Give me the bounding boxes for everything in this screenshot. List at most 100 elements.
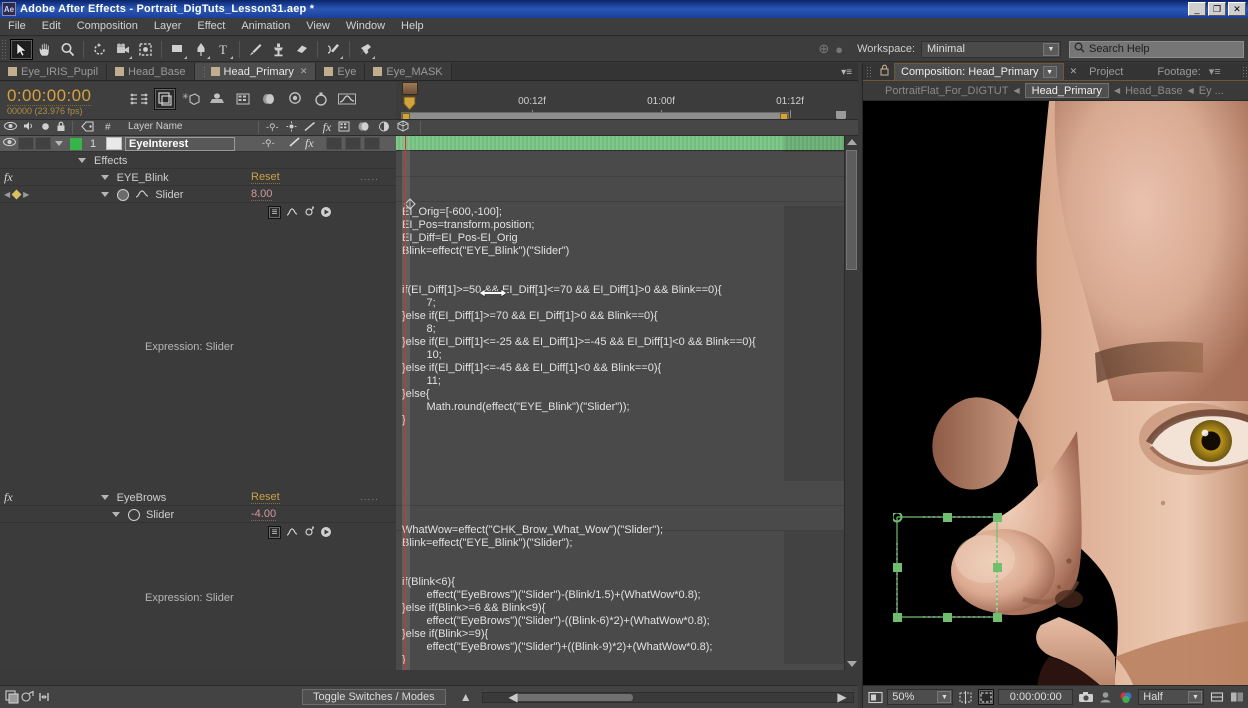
expression-code-eye-blink[interactable]: EI_Orig=[-600,-100]; EI_Pos=transform.po…: [402, 206, 756, 427]
expression-language-menu-icon[interactable]: [319, 206, 332, 219]
expression-field-row[interactable]: I: [396, 481, 844, 506]
switch-cell-2[interactable]: [345, 137, 361, 150]
expression-code-eyebrows[interactable]: WhatWow=effect("CHK_Brow_What_Wow")("Sli…: [402, 524, 712, 667]
menu-layer[interactable]: Layer: [146, 18, 190, 35]
zoom-tool-icon[interactable]: [56, 39, 79, 60]
menu-edit[interactable]: Edit: [34, 18, 69, 35]
chevron-down-icon[interactable]: ▼: [1042, 66, 1057, 78]
work-area-start-handle[interactable]: [402, 113, 410, 119]
effects-fx-icon[interactable]: fx: [305, 136, 314, 151]
hide-shy-layers-icon[interactable]: [206, 88, 228, 110]
next-keyframe-icon[interactable]: ▶: [23, 190, 29, 199]
selection-tool-icon[interactable]: [10, 38, 33, 60]
comp-tab-eye-mask[interactable]: Eye_MASK: [365, 63, 452, 80]
keyframe-navigator[interactable]: ◀ ▶: [4, 189, 29, 200]
timeline-graph-area[interactable]: I I EI_Orig=[-600,-100]; EI_Pos=transfor…: [396, 136, 858, 670]
puppet-pin-tool-icon[interactable]: [354, 39, 377, 60]
comp-mini-flowchart-icon[interactable]: [154, 88, 176, 110]
visibility-eye-icon[interactable]: [4, 121, 17, 134]
view-layout-icon[interactable]: [1229, 689, 1245, 705]
region-of-interest-icon[interactable]: [867, 689, 883, 705]
workspace-select[interactable]: Minimal ▼: [921, 40, 1061, 58]
breadcrumb-item-portraitflat[interactable]: PortraitFlat_For_DIGTUT: [885, 85, 1008, 97]
composition-canvas[interactable]: [863, 101, 1248, 708]
parent-pin-icon[interactable]: -⚲-: [262, 138, 275, 149]
viewer-tab-project[interactable]: Project: [1083, 63, 1129, 80]
comp-tab-eye-iris-pupil[interactable]: Eye_IRIS_Pupil: [0, 63, 108, 80]
label-tag-icon[interactable]: [81, 120, 94, 135]
expression-graph-icon[interactable]: [285, 526, 298, 539]
scroll-thumb[interactable]: [512, 693, 633, 701]
toolbar-grip[interactable]: [1, 39, 8, 59]
chevron-down-icon[interactable]: ▼: [1188, 691, 1203, 703]
clone-stamp-tool-icon[interactable]: [267, 39, 290, 60]
scroll-right-icon[interactable]: ▶: [834, 689, 850, 705]
breadcrumb-item-head-primary[interactable]: Head_Primary: [1024, 83, 1109, 98]
camera-snapshot-icon[interactable]: [1077, 689, 1093, 705]
close-icon[interactable]: ✕: [300, 66, 308, 77]
auto-keyframe-icon[interactable]: [310, 88, 332, 110]
visibility-eye-icon[interactable]: [0, 137, 18, 150]
grid-guides-icon[interactable]: [957, 689, 973, 705]
menu-view[interactable]: View: [298, 18, 338, 35]
breadcrumb-item-eye[interactable]: Ey ...: [1199, 85, 1224, 97]
stopwatch-icon[interactable]: [117, 188, 130, 201]
layer-name-column-header[interactable]: Layer Name: [128, 121, 182, 132]
audio-toggle-cell[interactable]: [18, 137, 34, 150]
expand-layer-triangle-icon[interactable]: [55, 141, 63, 146]
motion-blur-icon[interactable]: [258, 88, 280, 110]
layer-selection-box[interactable]: [891, 511, 1002, 622]
expression-enable-icon[interactable]: ≡: [268, 205, 281, 219]
expand-property-triangle-icon[interactable]: [112, 512, 120, 517]
timeline-layer-row-eyeinterest[interactable]: 1 EyeInterest -⚲- fx: [0, 136, 396, 152]
roto-brush-tool-icon[interactable]: [322, 39, 345, 60]
property-value[interactable]: 8.00: [251, 188, 273, 201]
switch-cell-3[interactable]: [364, 137, 380, 150]
audio-speaker-icon[interactable]: [23, 121, 35, 134]
timeline-property-slider-eyebrows[interactable]: Slider -4.00: [0, 507, 396, 523]
pick-whip-icon[interactable]: [302, 526, 315, 539]
brush-tool-icon[interactable]: [244, 39, 267, 60]
type-tool-icon[interactable]: T: [212, 39, 235, 60]
frame-blend-icon[interactable]: [232, 88, 254, 110]
camera-tool-icon[interactable]: [111, 39, 134, 60]
panel-grip-icon[interactable]: [866, 65, 871, 78]
show-snapshot-icon[interactable]: [1098, 689, 1114, 705]
current-timecode[interactable]: 0:00:00:00: [7, 86, 92, 106]
scroll-left-icon[interactable]: ◀: [505, 689, 521, 705]
work-area-end-handle[interactable]: [780, 113, 788, 119]
graph-editor-icon[interactable]: [336, 88, 358, 110]
timeline-effect-eyebrows[interactable]: fx EyeBrows Reset .....: [0, 490, 396, 506]
draft-3d-icon[interactable]: ✳: [180, 88, 202, 110]
minimize-button[interactable]: _: [1188, 2, 1206, 16]
chevron-down-icon[interactable]: ▼: [937, 691, 952, 703]
expand-property-triangle-icon[interactable]: [101, 192, 110, 197]
comp-tab-head-base[interactable]: Head_Base: [107, 63, 195, 80]
time-ruler[interactable]: 0f 00:12f 01:00f 01:12f: [396, 82, 858, 120]
close-button[interactable]: ✕: [1228, 2, 1246, 16]
viewer-tab-composition[interactable]: Composition: Head_Primary ▼: [894, 63, 1064, 80]
menu-composition[interactable]: Composition: [69, 18, 146, 35]
brainstorm-icon[interactable]: [284, 88, 306, 110]
effect-reset-link[interactable]: Reset: [251, 171, 280, 184]
timeline-vertical-scrollbar[interactable]: [844, 136, 858, 670]
shape-tool-icon[interactable]: [166, 39, 189, 60]
expression-field-row[interactable]: I: [396, 664, 844, 670]
region-crop-icon[interactable]: [977, 689, 995, 705]
eraser-tool-icon[interactable]: [290, 39, 313, 60]
timeline-group-effects[interactable]: Effects: [0, 153, 396, 169]
selection-handles-overlay[interactable]: [891, 511, 1003, 623]
timeline-property-slider-blink[interactable]: ◀ ▶ Slider 8.00: [0, 187, 396, 203]
expand-effects-triangle-icon[interactable]: [78, 158, 86, 163]
resolution-select[interactable]: Half ▼: [1138, 689, 1205, 705]
motion-blur-toggle-icon[interactable]: [36, 689, 52, 705]
time-indicator-head[interactable]: [403, 96, 416, 112]
work-area-bar[interactable]: [401, 112, 789, 119]
pan-behind-tool-icon[interactable]: [134, 39, 157, 60]
keyframe-diamond-icon[interactable]: [11, 189, 22, 200]
expression-language-menu-icon[interactable]: [319, 526, 332, 539]
transparency-grid-icon[interactable]: [1208, 689, 1224, 705]
search-help-input[interactable]: Search Help: [1069, 40, 1244, 58]
expression-enable-icon[interactable]: ≡: [268, 525, 281, 539]
panel-menu-icon[interactable]: ▾≡: [841, 67, 852, 78]
